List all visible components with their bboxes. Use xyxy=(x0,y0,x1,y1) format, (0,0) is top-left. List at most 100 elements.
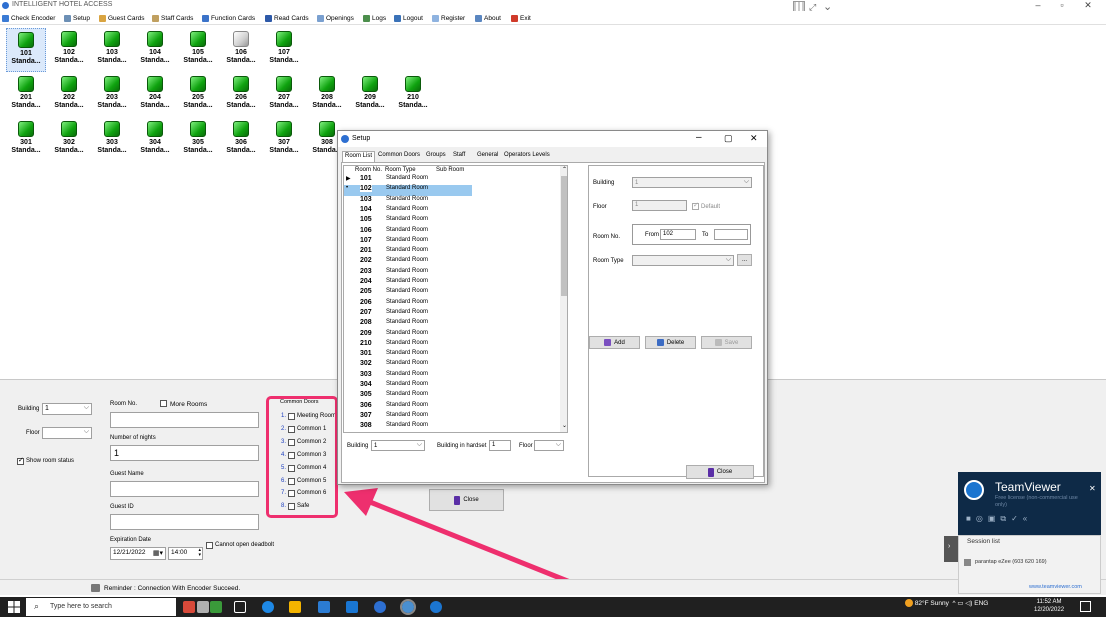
floor-select[interactable] xyxy=(42,427,92,439)
scroll-down-icon[interactable]: ⌄ xyxy=(562,422,567,429)
table-row[interactable]: 301 Standard Room xyxy=(344,350,472,360)
table-row[interactable]: 107 Standard Room xyxy=(344,237,472,247)
table-row[interactable]: 208 Standard Room xyxy=(344,319,472,329)
table-row[interactable]: 105 Standard Room xyxy=(344,216,472,226)
task-view-icon[interactable] xyxy=(234,601,246,613)
table-row[interactable]: 206 Standard Room xyxy=(344,299,472,309)
setup-app-icon[interactable] xyxy=(400,599,416,615)
show-room-status-checkbox[interactable] xyxy=(17,456,24,465)
table-row[interactable]: 103 Standard Room xyxy=(344,196,472,206)
detail-building-select[interactable]: 1 xyxy=(632,177,752,188)
setup-close-button[interactable]: Close xyxy=(686,465,754,479)
building-in-hardset-input[interactable]: 1 xyxy=(489,440,511,451)
table-row[interactable]: 308 Standard Room xyxy=(344,422,472,432)
guest-name-input[interactable] xyxy=(110,481,259,497)
cannot-open-deadbolt-checkbox[interactable] xyxy=(206,542,213,549)
room-tile[interactable]: 303 Standa... xyxy=(92,118,132,162)
detail-floor-input[interactable]: 1 xyxy=(632,200,687,211)
tab-groups[interactable]: Groups xyxy=(424,151,448,162)
room-type-select[interactable] xyxy=(632,255,734,266)
room-list-grid[interactable]: Room No. Room Type Sub Room ▶ 101 Standard… xyxy=(343,165,568,433)
table-row[interactable]: 210 Standard Room xyxy=(344,340,472,350)
expiration-date-picker[interactable]: 12/21/2022 ▦▾ xyxy=(110,547,166,560)
close-window-button[interactable]: ✕ xyxy=(1078,0,1098,11)
table-row[interactable]: 106 Standard Room xyxy=(344,227,472,237)
store-icon[interactable] xyxy=(318,601,330,613)
room-tile[interactable]: 201 Standa... xyxy=(6,73,46,117)
table-row[interactable]: 204 Standard Room xyxy=(344,278,472,288)
from-input[interactable]: 102 xyxy=(660,229,696,240)
table-row[interactable]: 209 Standard Room xyxy=(344,330,472,340)
table-row[interactable]: 307 Standard Room xyxy=(344,412,472,422)
menu-check-encoder[interactable]: Check Encoder xyxy=(2,13,55,23)
calendar-icon[interactable]: ▦▾ xyxy=(153,549,163,557)
add-button[interactable]: Add xyxy=(589,336,640,349)
setup-minimize-button[interactable]: – xyxy=(696,132,702,143)
building-select[interactable]: 1 xyxy=(42,403,92,415)
more-rooms-checkbox[interactable] xyxy=(160,400,167,407)
teamviewer-link[interactable]: www.teamviewer.com xyxy=(1029,584,1082,590)
tab-common-doors[interactable]: Common Doors xyxy=(376,151,422,162)
menu-openings[interactable]: Openings xyxy=(317,13,354,23)
room-tile[interactable]: 209 Standa... xyxy=(350,73,390,117)
minimize-button[interactable]: – xyxy=(1028,0,1048,11)
table-row[interactable]: 201 Standard Room xyxy=(344,247,472,257)
room-tile[interactable]: 204 Standa... xyxy=(135,73,175,117)
taskbar-clock[interactable]: 11:52 AM 12/20/2022 xyxy=(1034,598,1064,614)
expiration-time-input[interactable]: 14:00 ▴ ▾ xyxy=(168,547,203,560)
table-row[interactable]: 104 Standard Room xyxy=(344,206,472,216)
tray-icons[interactable]: ^ ▭ ◁) xyxy=(952,600,972,607)
weather-text[interactable]: 82°F Sunny xyxy=(915,600,949,607)
menu-exit[interactable]: Exit xyxy=(511,13,531,23)
menu-register[interactable]: Register xyxy=(432,13,465,23)
teamviewer-close-button[interactable]: ✕ xyxy=(1089,484,1096,493)
table-row[interactable]: 207 Standard Room xyxy=(344,309,472,319)
room-type-browse-button[interactable]: ... xyxy=(737,254,752,266)
taskbar-app2-icon[interactable] xyxy=(197,601,209,613)
menu-about[interactable]: About xyxy=(475,13,501,23)
tab-general[interactable]: General xyxy=(475,151,500,162)
taskbar-search[interactable]: ⌕ Type here to search xyxy=(26,598,176,616)
default-checkbox[interactable] xyxy=(692,201,699,210)
room-tile[interactable]: 306 Standa... xyxy=(221,118,261,162)
table-row[interactable]: 306 Standard Room xyxy=(344,402,472,412)
teamviewer-expand-tab[interactable]: › xyxy=(944,536,958,562)
setup-close-x-button[interactable]: ✕ xyxy=(750,133,758,144)
room-tile[interactable]: 302 Standa... xyxy=(49,118,89,162)
room-tile[interactable]: 202 Standa... xyxy=(49,73,89,117)
tab-room-list[interactable]: Room List xyxy=(342,151,376,162)
maximize-button[interactable]: ▫ xyxy=(1052,0,1072,11)
table-row[interactable]: 205 Standard Room xyxy=(344,288,472,298)
menu-logout[interactable]: Logout xyxy=(394,13,423,23)
room-tile[interactable]: 304 Standa... xyxy=(135,118,175,162)
grid-scrollbar[interactable]: ⌃ ⌄ xyxy=(560,166,567,432)
menu-setup[interactable]: Setup xyxy=(64,13,90,23)
menu-logs[interactable]: Logs xyxy=(363,13,386,23)
col-room-type[interactable]: Room Type xyxy=(385,167,416,173)
col-room-no[interactable]: Room No. xyxy=(355,167,382,173)
tab-operators-levels[interactable]: Operators Levels xyxy=(502,151,552,162)
teamviewer-taskbar-icon[interactable] xyxy=(430,601,442,613)
room-tile[interactable]: 203 Standa... xyxy=(92,73,132,117)
room-tile[interactable]: 106 Standa... xyxy=(221,28,261,72)
menu-guest-cards[interactable]: Guest Cards xyxy=(99,13,145,23)
mail-icon[interactable] xyxy=(346,601,358,613)
room-tile[interactable]: 307 Standa... xyxy=(264,118,304,162)
room-tile[interactable]: 101 Standa... xyxy=(6,28,46,72)
windows-start-icon[interactable] xyxy=(8,601,20,613)
table-row[interactable]: 203 Standard Room xyxy=(344,268,472,278)
room-tile[interactable]: 205 Standa... xyxy=(178,73,218,117)
col-sub-room[interactable]: Sub Room xyxy=(436,167,464,173)
edge-icon[interactable] xyxy=(262,601,274,613)
table-row[interactable]: 304 Standard Room xyxy=(344,381,472,391)
menu-staff-cards[interactable]: Staff Cards xyxy=(152,13,193,23)
table-row[interactable]: • 102 Standard Room xyxy=(344,185,472,196)
room-tile[interactable]: 207 Standa... xyxy=(264,73,304,117)
notification-icon[interactable] xyxy=(1080,601,1091,612)
room-tile[interactable]: 206 Standa... xyxy=(221,73,261,117)
setup-floor-select[interactable] xyxy=(534,440,564,451)
room-tile[interactable]: 301 Standa... xyxy=(6,118,46,162)
to-input[interactable] xyxy=(714,229,748,240)
scroll-thumb[interactable] xyxy=(561,176,567,296)
setup-maximize-button[interactable]: ▢ xyxy=(724,133,733,144)
